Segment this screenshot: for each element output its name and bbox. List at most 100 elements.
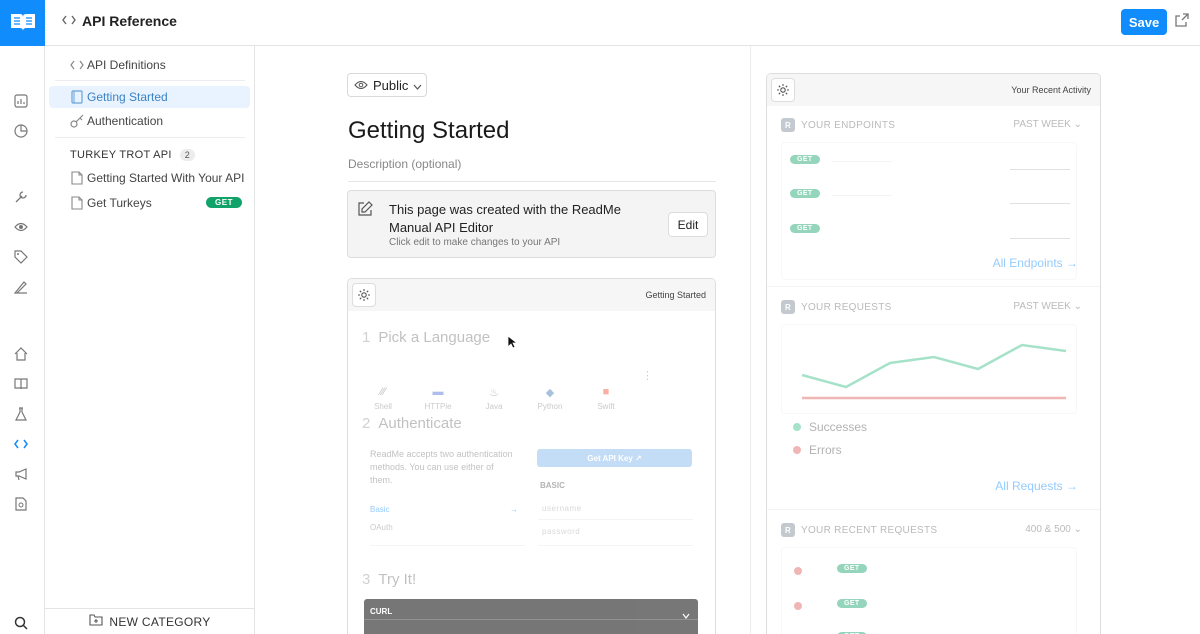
code-nav-icon[interactable] [13,436,29,452]
lang-swift[interactable]: ■ Swift [591,386,621,411]
sidebar-section-header[interactable]: TURKEY TROT API 2 [70,149,196,161]
ruler-pen-icon[interactable] [13,279,29,295]
username-input[interactable]: username [542,504,582,513]
file-settings-icon[interactable] [13,496,29,512]
success-dot [793,423,801,431]
edit-icon [357,201,373,222]
filter-label: PAST WEEK [1013,119,1071,130]
lang-java[interactable]: ♨ Java [479,386,509,411]
avatar: R [781,118,795,132]
description-input[interactable]: Description (optional) [348,157,461,171]
get-api-key-button[interactable]: Get API Key ↗ [537,449,692,467]
step-number: 1 [362,329,371,346]
status-filter[interactable]: 400 & 500 ⌄ [1025,524,1082,535]
password-input[interactable]: password [542,527,580,536]
step-label: Pick a Language [378,329,491,346]
divider [348,181,716,182]
pane-title: Your Recent Activity [1011,85,1091,95]
doc-icon [70,196,84,210]
lang-httpie[interactable]: ▬ HTTPie [423,386,453,411]
lang-label: Shell [374,402,392,411]
divider [55,137,245,138]
settings-button[interactable] [352,283,376,307]
flask-icon[interactable] [13,406,29,422]
avatar: R [781,523,795,537]
eye-icon [354,78,368,93]
visibility-dropdown[interactable]: Public [347,73,427,97]
gear-icon [358,289,370,301]
chevron-down-icon [413,78,422,93]
curl-panel[interactable]: CURL [364,599,698,634]
section-label: YOUR ENDPOINTS [801,119,896,131]
count-badge: 2 [179,149,196,161]
python-icon: ◆ [545,387,555,399]
successes-line [801,343,1067,389]
megaphone-icon[interactable] [13,466,29,482]
top-header: API Reference Save [0,0,1200,46]
method-badge: GET [206,197,242,208]
sidebar-item-label: Authentication [87,114,164,128]
auth-description: ReadMe accepts two authentication method… [370,449,513,485]
home-icon[interactable] [13,346,29,362]
header-title-text: API Reference [82,13,177,29]
sidebar-item-getting-started[interactable]: Getting Started [49,86,250,108]
app-root: API Reference Save API Definitions Getti… [0,0,1200,634]
sidebar: API Definitions Getting Started Authenti… [45,46,255,634]
auth-method-oauth[interactable]: OAuth [370,523,393,532]
settings-button[interactable] [771,78,795,102]
more-icon[interactable]: ⋮ [642,369,653,382]
error-dot [793,446,801,454]
divider [538,519,693,520]
divider [370,545,525,546]
column-divider [750,46,751,634]
pane-title: Getting Started [645,290,706,300]
step-number: 2 [362,415,371,432]
pane-header: Your Recent Activity [767,74,1100,106]
pie-chart-icon[interactable] [13,123,29,139]
open-book-icon[interactable] [13,376,29,392]
filter-label: PAST WEEK [1013,301,1071,312]
sidebar-item-get-turkeys[interactable]: Get Turkeys GET [49,192,250,214]
method-badge: GET [790,224,820,233]
sidebar-item-authentication[interactable]: Authentication [49,110,250,132]
sidebar-item-api-definitions[interactable]: API Definitions [49,54,250,76]
tag-icon[interactable] [13,249,29,265]
legend-label: Successes [809,420,868,434]
period-filter[interactable]: PAST WEEK ⌄ [1013,119,1082,130]
period-filter[interactable]: PAST WEEK ⌄ [1013,301,1082,312]
activity-pane: Your Recent Activity R YOUR ENDPOINTS PA… [766,73,1101,634]
recent-requests-section: R YOUR RECENT REQUESTS [781,523,937,537]
chart-icon[interactable] [13,93,29,109]
method-badge: GET [790,189,820,198]
requests-chart [781,324,1077,414]
lang-python[interactable]: ◆ Python [535,386,565,411]
sparkline [1010,169,1070,170]
arrow-right-icon: → [510,505,518,514]
requests-section: R YOUR REQUESTS [781,300,892,314]
lang-label: HTTPie [424,402,452,411]
auth-method-basic[interactable]: Basic [370,505,390,514]
curl-label: CURL [370,607,393,616]
page-title-input[interactable]: Getting Started [348,117,509,145]
avatar: R [781,300,795,314]
lang-shell[interactable]: ⁄⁄⁄ Shell [368,386,398,411]
all-requests-link[interactable]: All Requests → [995,479,1078,493]
preview-pane: Getting Started 1 Pick a Language ⁄⁄⁄ Shel… [347,278,716,634]
search-icon[interactable] [13,615,29,631]
edit-button[interactable]: Edit [668,212,708,237]
eye-icon[interactable] [13,219,29,235]
new-category-button[interactable]: NEW CATEGORY [45,608,255,634]
notice-title: This page was created with the ReadMe Ma… [389,202,621,235]
divider [767,286,1100,287]
divider [55,80,245,81]
external-link-icon[interactable] [1175,13,1189,27]
sidebar-item-getting-started-api[interactable]: Getting Started With Your API [49,167,250,189]
httpie-icon: ▬ [432,386,444,398]
wrench-icon[interactable] [13,189,29,205]
divider [364,619,698,620]
step-label: Authenticate [378,415,462,432]
divider [538,545,693,546]
all-endpoints-link[interactable]: All Endpoints → [993,256,1078,270]
save-button[interactable]: Save [1121,9,1167,35]
step-pick-language: 1 Pick a Language [362,329,490,346]
